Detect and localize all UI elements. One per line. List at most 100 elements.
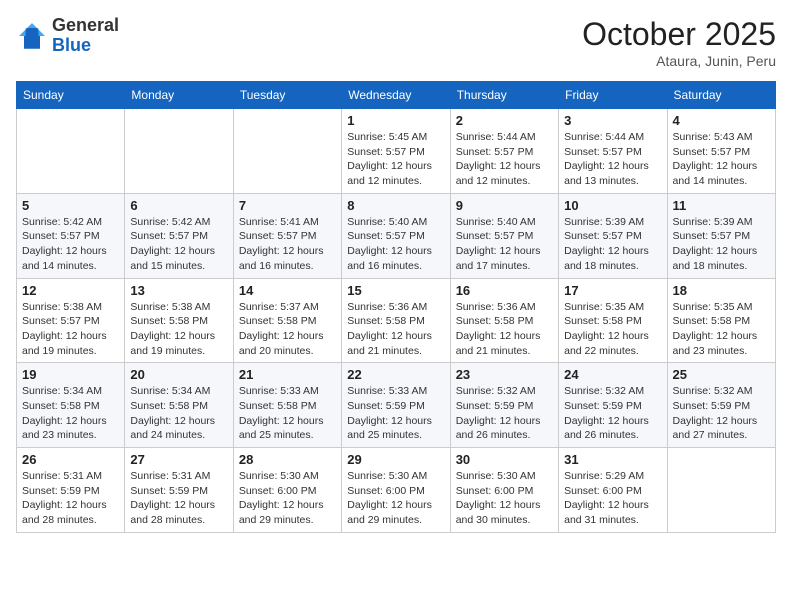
calendar-cell [233,109,341,194]
calendar-week-row: 12 Sunrise: 5:38 AM Sunset: 5:57 PM Dayli… [17,278,776,363]
calendar-cell: 5 Sunrise: 5:42 AM Sunset: 5:57 PM Daylig… [17,193,125,278]
day-info: Sunrise: 5:44 AM Sunset: 5:57 PM Dayligh… [456,130,553,189]
day-number: 18 [673,283,770,298]
calendar-cell: 2 Sunrise: 5:44 AM Sunset: 5:57 PM Daylig… [450,109,558,194]
day-info: Sunrise: 5:29 AM Sunset: 6:00 PM Dayligh… [564,469,661,528]
day-number: 15 [347,283,444,298]
day-number: 7 [239,198,336,213]
calendar-cell: 17 Sunrise: 5:35 AM Sunset: 5:58 PM Dayli… [559,278,667,363]
day-info: Sunrise: 5:36 AM Sunset: 5:58 PM Dayligh… [347,300,444,359]
page-header: General Blue October 2025 Ataura, Junin,… [16,16,776,69]
calendar-cell: 27 Sunrise: 5:31 AM Sunset: 5:59 PM Dayli… [125,448,233,533]
calendar-cell: 26Sunrise: 5:31 AM Sunset: 5:59 PM Dayli… [17,448,125,533]
weekday-header-friday: Friday [559,82,667,109]
weekday-header-thursday: Thursday [450,82,558,109]
day-number: 19 [22,367,119,382]
day-info: Sunrise: 5:42 AM Sunset: 5:57 PM Dayligh… [130,215,227,274]
day-info: Sunrise: 5:38 AM Sunset: 5:57 PM Dayligh… [22,300,119,359]
day-number: 28 [239,452,336,467]
calendar-cell: 22Sunrise: 5:33 AM Sunset: 5:59 PM Dayli… [342,363,450,448]
day-info: Sunrise: 5:33 AM Sunset: 5:58 PM Dayligh… [239,384,336,443]
day-number: 14 [239,283,336,298]
calendar-cell: 4Sunrise: 5:43 AM Sunset: 5:57 PM Daylig… [667,109,775,194]
day-number: 27 [130,452,227,467]
calendar-cell: 23 Sunrise: 5:32 AM Sunset: 5:59 PM Dayli… [450,363,558,448]
day-info: Sunrise: 5:33 AM Sunset: 5:59 PM Dayligh… [347,384,444,443]
day-number: 9 [456,198,553,213]
calendar-cell [125,109,233,194]
calendar-cell: 28 Sunrise: 5:30 AM Sunset: 6:00 PM Dayli… [233,448,341,533]
calendar-week-row: 19 Sunrise: 5:34 AM Sunset: 5:58 PM Dayli… [17,363,776,448]
day-number: 13 [130,283,227,298]
day-number: 3 [564,113,661,128]
weekday-header-wednesday: Wednesday [342,82,450,109]
calendar-cell: 6 Sunrise: 5:42 AM Sunset: 5:57 PM Daylig… [125,193,233,278]
day-info: Sunrise: 5:39 AM Sunset: 5:57 PM Dayligh… [564,215,661,274]
calendar-cell: 19 Sunrise: 5:34 AM Sunset: 5:58 PM Dayli… [17,363,125,448]
day-info: Sunrise: 5:30 AM Sunset: 6:00 PM Dayligh… [239,469,336,528]
day-info: Sunrise: 5:31 AM Sunset: 5:59 PM Dayligh… [130,469,227,528]
day-info: Sunrise: 5:38 AM Sunset: 5:58 PM Dayligh… [130,300,227,359]
calendar-week-row: 26Sunrise: 5:31 AM Sunset: 5:59 PM Dayli… [17,448,776,533]
day-number: 21 [239,367,336,382]
day-info: Sunrise: 5:35 AM Sunset: 5:58 PM Dayligh… [673,300,770,359]
calendar-cell: 13 Sunrise: 5:38 AM Sunset: 5:58 PM Dayli… [125,278,233,363]
calendar-cell: 31 Sunrise: 5:29 AM Sunset: 6:00 PM Dayli… [559,448,667,533]
calendar-table: SundayMondayTuesdayWednesdayThursdayFrid… [16,81,776,533]
day-number: 5 [22,198,119,213]
day-info: Sunrise: 5:30 AM Sunset: 6:00 PM Dayligh… [456,469,553,528]
day-number: 12 [22,283,119,298]
logo-icon [16,20,48,52]
day-info: Sunrise: 5:37 AM Sunset: 5:58 PM Dayligh… [239,300,336,359]
day-info: Sunrise: 5:42 AM Sunset: 5:57 PM Dayligh… [22,215,119,274]
day-info: Sunrise: 5:41 AM Sunset: 5:57 PM Dayligh… [239,215,336,274]
calendar-cell: 16Sunrise: 5:36 AM Sunset: 5:58 PM Dayli… [450,278,558,363]
calendar-cell: 15 Sunrise: 5:36 AM Sunset: 5:58 PM Dayli… [342,278,450,363]
day-number: 23 [456,367,553,382]
calendar-cell: 7 Sunrise: 5:41 AM Sunset: 5:57 PM Daylig… [233,193,341,278]
day-info: Sunrise: 5:31 AM Sunset: 5:59 PM Dayligh… [22,469,119,528]
day-info: Sunrise: 5:32 AM Sunset: 5:59 PM Dayligh… [564,384,661,443]
logo-general: General [52,15,119,35]
day-number: 4 [673,113,770,128]
day-info: Sunrise: 5:44 AM Sunset: 5:57 PM Dayligh… [564,130,661,189]
calendar-cell [667,448,775,533]
day-number: 10 [564,198,661,213]
day-info: Sunrise: 5:32 AM Sunset: 5:59 PM Dayligh… [673,384,770,443]
day-number: 25 [673,367,770,382]
day-number: 11 [673,198,770,213]
title-block: October 2025 Ataura, Junin, Peru [582,16,776,69]
logo-text: General Blue [52,16,119,56]
calendar-cell: 11 Sunrise: 5:39 AM Sunset: 5:57 PM Dayli… [667,193,775,278]
day-number: 29 [347,452,444,467]
calendar-cell: 14 Sunrise: 5:37 AM Sunset: 5:58 PM Dayli… [233,278,341,363]
calendar-cell: 18 Sunrise: 5:35 AM Sunset: 5:58 PM Dayli… [667,278,775,363]
logo: General Blue [16,16,119,56]
calendar-week-row: 1Sunrise: 5:45 AM Sunset: 5:57 PM Daylig… [17,109,776,194]
weekday-header-monday: Monday [125,82,233,109]
day-info: Sunrise: 5:39 AM Sunset: 5:57 PM Dayligh… [673,215,770,274]
calendar-cell: 29Sunrise: 5:30 AM Sunset: 6:00 PM Dayli… [342,448,450,533]
weekday-header-sunday: Sunday [17,82,125,109]
day-info: Sunrise: 5:34 AM Sunset: 5:58 PM Dayligh… [22,384,119,443]
day-info: Sunrise: 5:35 AM Sunset: 5:58 PM Dayligh… [564,300,661,359]
day-number: 8 [347,198,444,213]
day-number: 2 [456,113,553,128]
day-number: 17 [564,283,661,298]
calendar-cell: 21 Sunrise: 5:33 AM Sunset: 5:58 PM Dayli… [233,363,341,448]
day-info: Sunrise: 5:34 AM Sunset: 5:58 PM Dayligh… [130,384,227,443]
calendar-cell [17,109,125,194]
day-number: 31 [564,452,661,467]
calendar-cell: 30 Sunrise: 5:30 AM Sunset: 6:00 PM Dayli… [450,448,558,533]
logo-blue: Blue [52,35,91,55]
day-number: 30 [456,452,553,467]
day-number: 6 [130,198,227,213]
day-info: Sunrise: 5:32 AM Sunset: 5:59 PM Dayligh… [456,384,553,443]
calendar-cell: 10 Sunrise: 5:39 AM Sunset: 5:57 PM Dayli… [559,193,667,278]
day-number: 1 [347,113,444,128]
calendar-cell: 3 Sunrise: 5:44 AM Sunset: 5:57 PM Daylig… [559,109,667,194]
day-number: 24 [564,367,661,382]
calendar-week-row: 5 Sunrise: 5:42 AM Sunset: 5:57 PM Daylig… [17,193,776,278]
month-title: October 2025 [582,16,776,53]
weekday-header-row: SundayMondayTuesdayWednesdayThursdayFrid… [17,82,776,109]
